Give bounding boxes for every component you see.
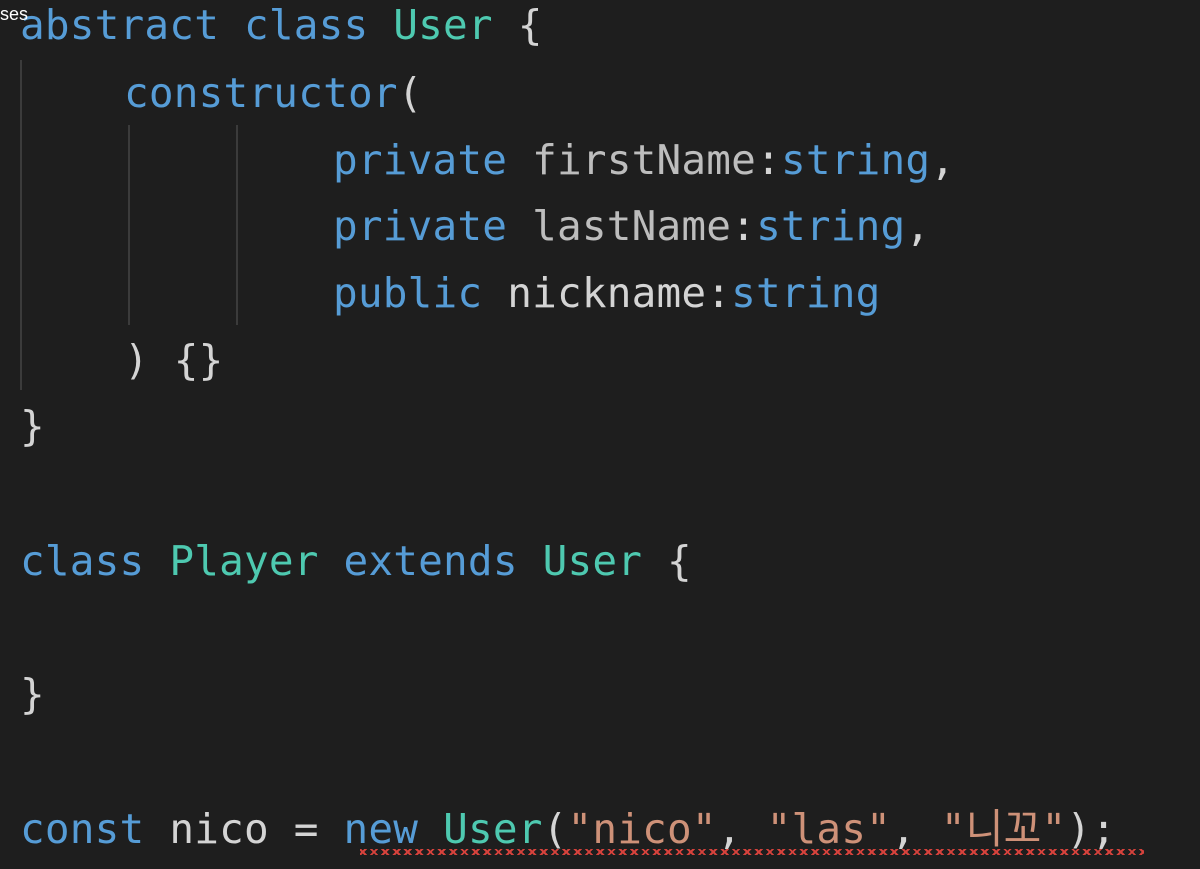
token-type: string [731,269,881,317]
token-comma: , [930,136,956,184]
token-class-name: User [542,537,643,585]
token-parameter: firstName [532,136,757,184]
token-brace: { [667,537,692,585]
token-keyword: public [333,269,483,317]
token-type: string [780,136,931,184]
code-line-5[interactable]: public nickname:string [333,263,880,323]
token-keyword: new [343,805,419,853]
error-squiggle [360,849,1144,855]
token-brace: } [20,402,45,450]
code-line-8[interactable]: class Player extends User { [20,531,692,591]
token-paren: ( [397,69,423,117]
token-type: string [756,202,906,250]
code-line-4[interactable]: private lastName:string, [333,196,930,256]
token-colon: : [706,269,732,317]
token-keyword: private [333,136,508,184]
token-class-name: Player [169,537,319,585]
token-keyword: constructor [124,69,398,117]
token-keyword: abstract [20,1,220,49]
code-line-3[interactable]: private firstName:string, [333,130,955,190]
token-keyword: const [20,805,145,853]
code-line-2[interactable]: constructor( [124,63,423,123]
token-parameter: lastName [532,202,732,250]
indent-guide [236,125,238,325]
code-line-6[interactable]: ) {} [124,330,224,390]
code-line-7[interactable]: } [20,396,45,456]
code-editor[interactable]: abstract class User { constructor( priva… [0,0,1200,869]
token-variable: nico [169,805,269,853]
indent-guide [128,125,130,325]
token-string: "las" [766,805,892,853]
token-string: "니꼬" [940,805,1067,853]
token-class-name: User [443,805,543,853]
token-paren: ( [542,805,568,853]
token-paren-semicolon: ); [1066,805,1117,853]
token-brace: { [517,1,543,49]
code-line-9[interactable]: } [20,664,45,724]
token-colon: : [731,202,757,250]
token-comma: , [716,805,742,853]
token-string: "nico" [567,805,717,853]
code-line-1[interactable]: abstract class User { [20,0,543,55]
token-keyword: private [333,202,508,250]
token-keyword: class [243,1,369,49]
token-class-name: User [393,1,493,49]
token-braces: {} [173,336,224,384]
token-colon: : [756,136,781,184]
token-comma: , [891,805,916,853]
token-brace: } [20,670,45,718]
token-keyword: class [20,537,145,585]
window-title-fragment: ses [0,4,29,24]
token-keyword: extends [343,537,518,585]
token-parameter: nickname [507,269,707,317]
token-comma: , [905,202,931,250]
indent-guide [20,60,22,390]
token-paren: ) [124,336,149,384]
token-operator: = [293,805,319,853]
